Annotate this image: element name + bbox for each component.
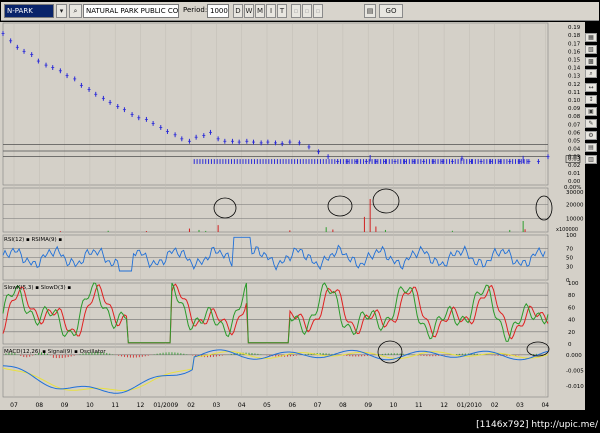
price-y-tick-label: 0.18: [568, 33, 581, 39]
x-axis-month-label: 05: [263, 402, 271, 409]
print-icon[interactable]: ▤: [364, 4, 376, 18]
ticker-dropdown-button[interactable]: ▾: [56, 4, 67, 18]
price-y-tick-label: 0.15: [568, 57, 581, 63]
tool-button-9[interactable]: ⚙: [585, 131, 597, 140]
price-y-tick-label: 0.05: [568, 138, 581, 144]
x-axis-month-label: 11: [111, 402, 119, 409]
application-window: N-PARK ▾ ⌕ NATURAL PARK PUBLIC CO. Perio…: [0, 0, 600, 433]
price-y-tick-label: 0.04: [568, 147, 581, 153]
period-input[interactable]: 1000: [207, 4, 229, 18]
volume-y-tick-label: 10000: [566, 216, 584, 222]
rsi-y-tick-label: 100: [566, 233, 577, 239]
stoch-y-tick-label: 0: [568, 342, 572, 348]
tool-button-2[interactable]: ▧: [585, 45, 597, 54]
last-price-label: 0.03: [568, 157, 581, 163]
tool-button-7[interactable]: ▣: [585, 107, 597, 116]
stoch-y-tick-label: 40: [568, 318, 575, 324]
x-axis-month-label: 07: [314, 402, 322, 409]
price-y-tick-label: 0.17: [568, 41, 581, 47]
x-axis-month-label: 10: [390, 402, 398, 409]
chart-option-button-2[interactable]: ▫: [302, 4, 312, 18]
rsi-y-tick-label: 50: [566, 256, 573, 262]
price-y-tick-label: 0.10: [568, 98, 581, 104]
x-axis-month-label: 08: [339, 402, 347, 409]
x-axis-month-label: 06: [288, 402, 296, 409]
image-credit: [1146x792] http://upic.me/: [476, 420, 598, 430]
tool-button-8[interactable]: ✎: [585, 119, 597, 128]
x-axis-month-label: 04: [238, 402, 246, 409]
x-axis-month-label: 01/2009: [153, 402, 178, 409]
x-axis-month-label: 03: [213, 402, 221, 409]
x-axis-month-label: 01/2010: [457, 402, 482, 409]
stoch-y-tick-label: 80: [568, 293, 575, 299]
ticker-input[interactable]: N-PARK: [4, 4, 54, 18]
toolbar: N-PARK ▾ ⌕ NATURAL PARK PUBLIC CO. Perio…: [1, 2, 599, 21]
x-axis-month-label: 09: [364, 402, 372, 409]
price-y-tick-label: 0.06: [568, 130, 581, 136]
stoch-legend: SlowK(5,3) ▪ SlowD(3) ▪: [4, 285, 71, 291]
price-y-tick-label: 0.08: [568, 114, 581, 120]
price-y-tick-label: 0.12: [568, 82, 580, 88]
tool-button-1[interactable]: ▦: [585, 33, 597, 42]
volume-y-tick-label: 20000: [566, 203, 584, 209]
rsi-legend: RSI(12) ▪ RSIMA(9) ▪: [4, 237, 62, 243]
tool-button-10[interactable]: ▤: [585, 143, 597, 152]
x-axis-month-label: 02: [491, 402, 499, 409]
x-axis-month-label: 04: [541, 402, 549, 409]
x-axis-month-label: 02: [187, 402, 195, 409]
timeframe-t-button[interactable]: T: [277, 4, 287, 18]
stoch-y-tick-label: 20: [568, 330, 575, 336]
price-y-tick-label: 0.19: [568, 25, 581, 31]
x-axis-month-label: 11: [415, 402, 423, 409]
stoch-y-tick-label: 60: [568, 305, 575, 311]
x-axis-month-label: 10: [86, 402, 94, 409]
volume-y-tick-label: 30000: [566, 190, 584, 196]
stoch-y-tick-label: 100: [568, 281, 579, 287]
macd-legend: MACD(12,26) ▪ Signal(9) ▪ Oscillator: [4, 349, 106, 355]
chart-canvas[interactable]: 0.19 0.18 0.17 0.16 0.15 0.14 0.13 0.12 0.11 0.10…: [0, 22, 585, 410]
chart-option-button-1[interactable]: ▫: [291, 4, 301, 18]
chart-option-button-3[interactable]: ▫: [313, 4, 323, 18]
price-y-tick-label: 0.16: [568, 49, 581, 55]
timeframe-i-button[interactable]: I: [266, 4, 276, 18]
macd-y-tick-label: 0.000: [566, 353, 582, 359]
price-y-tick-label: 0.13: [568, 74, 581, 80]
x-axis-month-label: 12: [137, 402, 145, 409]
macd-y-tick-label: -0.010: [566, 384, 584, 390]
search-icon[interactable]: ⌕: [69, 4, 82, 18]
timeframe-d-button[interactable]: D: [233, 4, 243, 18]
x-axis-month-label: 07: [10, 402, 18, 409]
price-y-tick-label: 0.07: [568, 122, 581, 128]
price-y-tick-label: 0.11: [568, 90, 580, 96]
tool-button-11[interactable]: ▥: [585, 155, 597, 164]
x-axis-month-label: 08: [35, 402, 43, 409]
price-y-tick-label: 0.01: [568, 171, 580, 177]
macd-y-tick-label: -0.005: [566, 368, 584, 374]
price-y-tick-label: 0.14: [568, 66, 581, 72]
x-axis-month-label: 03: [516, 402, 524, 409]
go-button[interactable]: GO: [379, 4, 403, 18]
x-axis-month-label: 12: [440, 402, 448, 409]
tool-button-5[interactable]: ↔: [585, 83, 597, 92]
company-name-field: NATURAL PARK PUBLIC CO.: [83, 4, 179, 18]
tool-button-3[interactable]: ▩: [585, 57, 597, 66]
price-y-tick-label: 0.02: [568, 163, 580, 169]
x-axis-month-label: 09: [61, 402, 69, 409]
rsi-y-tick-label: 70: [566, 247, 573, 253]
price-y-tick-label: 0.09: [568, 106, 581, 112]
zoom-icon[interactable]: ⌕: [585, 69, 597, 78]
timeframe-w-button[interactable]: W: [244, 4, 254, 18]
tool-button-6[interactable]: ↕: [585, 95, 597, 104]
timeframe-m-button[interactable]: M: [255, 4, 265, 18]
rsi-y-tick-label: 30: [566, 265, 573, 271]
